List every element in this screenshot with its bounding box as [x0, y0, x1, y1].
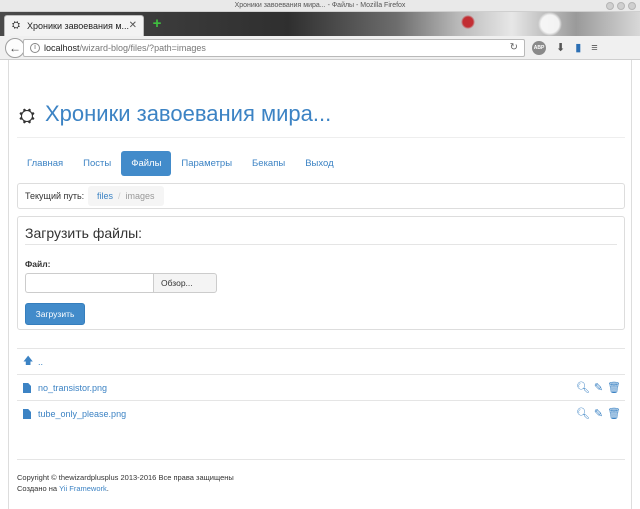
- site-header: ⛭ Хроники завоевания мира...: [17, 96, 625, 138]
- edit-pencil-icon[interactable]: ✎: [594, 375, 603, 401]
- breadcrumb-root-link[interactable]: files: [97, 191, 113, 201]
- browse-button[interactable]: Обзор...: [153, 273, 217, 293]
- nav-item-logout[interactable]: Выход: [295, 151, 343, 176]
- file-name-link[interactable]: no_transistor.png: [38, 375, 107, 401]
- browser-navbar: ← i localhost/wizard-blog/files/?path=im…: [0, 36, 640, 60]
- minimize-button[interactable]: [606, 2, 614, 10]
- window-title: Хроники завоевания мира... - Файлы - Moz…: [234, 2, 406, 9]
- made-with-suffix: .: [106, 484, 109, 493]
- browser-tab-title: Хроники завоевания м...: [27, 21, 130, 31]
- tab-strip: ⛭ Хроники завоевания м... ✕ +: [0, 12, 640, 36]
- upload-panel: Загрузить файлы: Файл: Обзор... Загрузит…: [17, 216, 625, 330]
- file-actions: 🔍︎ ✎ 🗑︎: [576, 401, 621, 427]
- window-titlebar: Хроники завоевания мира... - Файлы - Moz…: [0, 0, 640, 12]
- breadcrumb-current: images: [125, 191, 155, 201]
- upload-heading: Загрузить файлы:: [25, 225, 143, 241]
- url-path: /wizard-blog/files/?path=images: [79, 43, 206, 53]
- file-icon: [23, 383, 31, 393]
- library-icon[interactable]: ▮: [575, 39, 581, 57]
- nav-item-posts[interactable]: Посты: [73, 151, 121, 176]
- nav-item-files[interactable]: Файлы: [121, 151, 172, 176]
- upload-button[interactable]: Загрузить: [25, 303, 85, 325]
- breadcrumb-label: Текущий путь:: [25, 191, 85, 201]
- menu-icon[interactable]: ≡: [591, 39, 597, 57]
- toolbar-icons: ABP ⬇ ▮ ≡: [532, 39, 598, 57]
- url-bar[interactable]: i localhost/wizard-blog/files/?path=imag…: [23, 39, 525, 57]
- window-close-button[interactable]: [628, 2, 636, 10]
- trash-icon[interactable]: 🗑︎: [607, 375, 621, 401]
- browser-tab[interactable]: ⛭ Хроники завоевания м... ✕: [4, 15, 144, 36]
- adblock-icon[interactable]: ABP: [532, 41, 546, 55]
- url-host: localhost: [44, 43, 80, 53]
- file-list: 🡅 .. no_transistor.png 🔍︎ ✎ 🗑︎ tube_only…: [17, 348, 625, 426]
- made-with-prefix: Создано на: [17, 484, 60, 493]
- breadcrumb-separator: /: [118, 191, 121, 201]
- page-content: ⛭ Хроники завоевания мира... Главная Пос…: [8, 60, 632, 509]
- site-title[interactable]: Хроники завоевания мира...: [45, 100, 331, 128]
- file-input[interactable]: [25, 273, 153, 293]
- trash-icon[interactable]: 🗑︎: [607, 401, 621, 427]
- file-actions: 🔍︎ ✎ 🗑︎: [576, 375, 621, 401]
- arrow-up-icon: 🡅: [23, 356, 34, 367]
- wizard-hat-icon: ⛭: [12, 20, 20, 31]
- nav-item-backups[interactable]: Бекапы: [242, 151, 295, 176]
- back-button[interactable]: ←: [5, 38, 25, 58]
- breadcrumb: Текущий путь: files / images: [17, 183, 625, 209]
- info-icon[interactable]: i: [30, 43, 40, 53]
- tab-close-icon[interactable]: ✕: [129, 16, 137, 36]
- file-row: no_transistor.png 🔍︎ ✎ 🗑︎: [17, 374, 625, 400]
- upload-divider: [25, 244, 617, 245]
- nav-item-parameters[interactable]: Параметры: [171, 151, 242, 176]
- breadcrumb-path: files / images: [88, 186, 164, 206]
- nav-item-home[interactable]: Главная: [17, 151, 73, 176]
- maximize-button[interactable]: [617, 2, 625, 10]
- file-row: tube_only_please.png 🔍︎ ✎ 🗑︎: [17, 400, 625, 426]
- view-icon[interactable]: 🔍︎: [576, 375, 590, 401]
- theme-background: [420, 12, 640, 36]
- download-icon[interactable]: ⬇: [556, 39, 565, 57]
- parent-dir-row[interactable]: 🡅 ..: [17, 348, 625, 374]
- made-with-text: Создано на Yii Framework.: [17, 483, 625, 494]
- parent-dir-link[interactable]: ..: [38, 349, 43, 375]
- framework-link[interactable]: Yii Framework: [59, 484, 107, 493]
- file-name-link[interactable]: tube_only_please.png: [38, 401, 126, 427]
- reload-icon[interactable]: ↻: [510, 40, 518, 56]
- file-icon: [23, 409, 31, 419]
- new-tab-button[interactable]: +: [150, 16, 164, 31]
- edit-pencil-icon[interactable]: ✎: [594, 401, 603, 427]
- site-footer: Copyright © thewizardplusplus 2013-2016 …: [17, 459, 625, 494]
- view-icon[interactable]: 🔍︎: [576, 401, 590, 427]
- main-nav: Главная Посты Файлы Параметры Бекапы Вых…: [17, 151, 344, 176]
- file-label: Файл:: [25, 259, 51, 269]
- copyright-text: Copyright © thewizardplusplus 2013-2016 …: [17, 473, 234, 482]
- window-controls: [606, 2, 636, 10]
- wizard-hat-logo-icon: ⛭: [19, 105, 35, 127]
